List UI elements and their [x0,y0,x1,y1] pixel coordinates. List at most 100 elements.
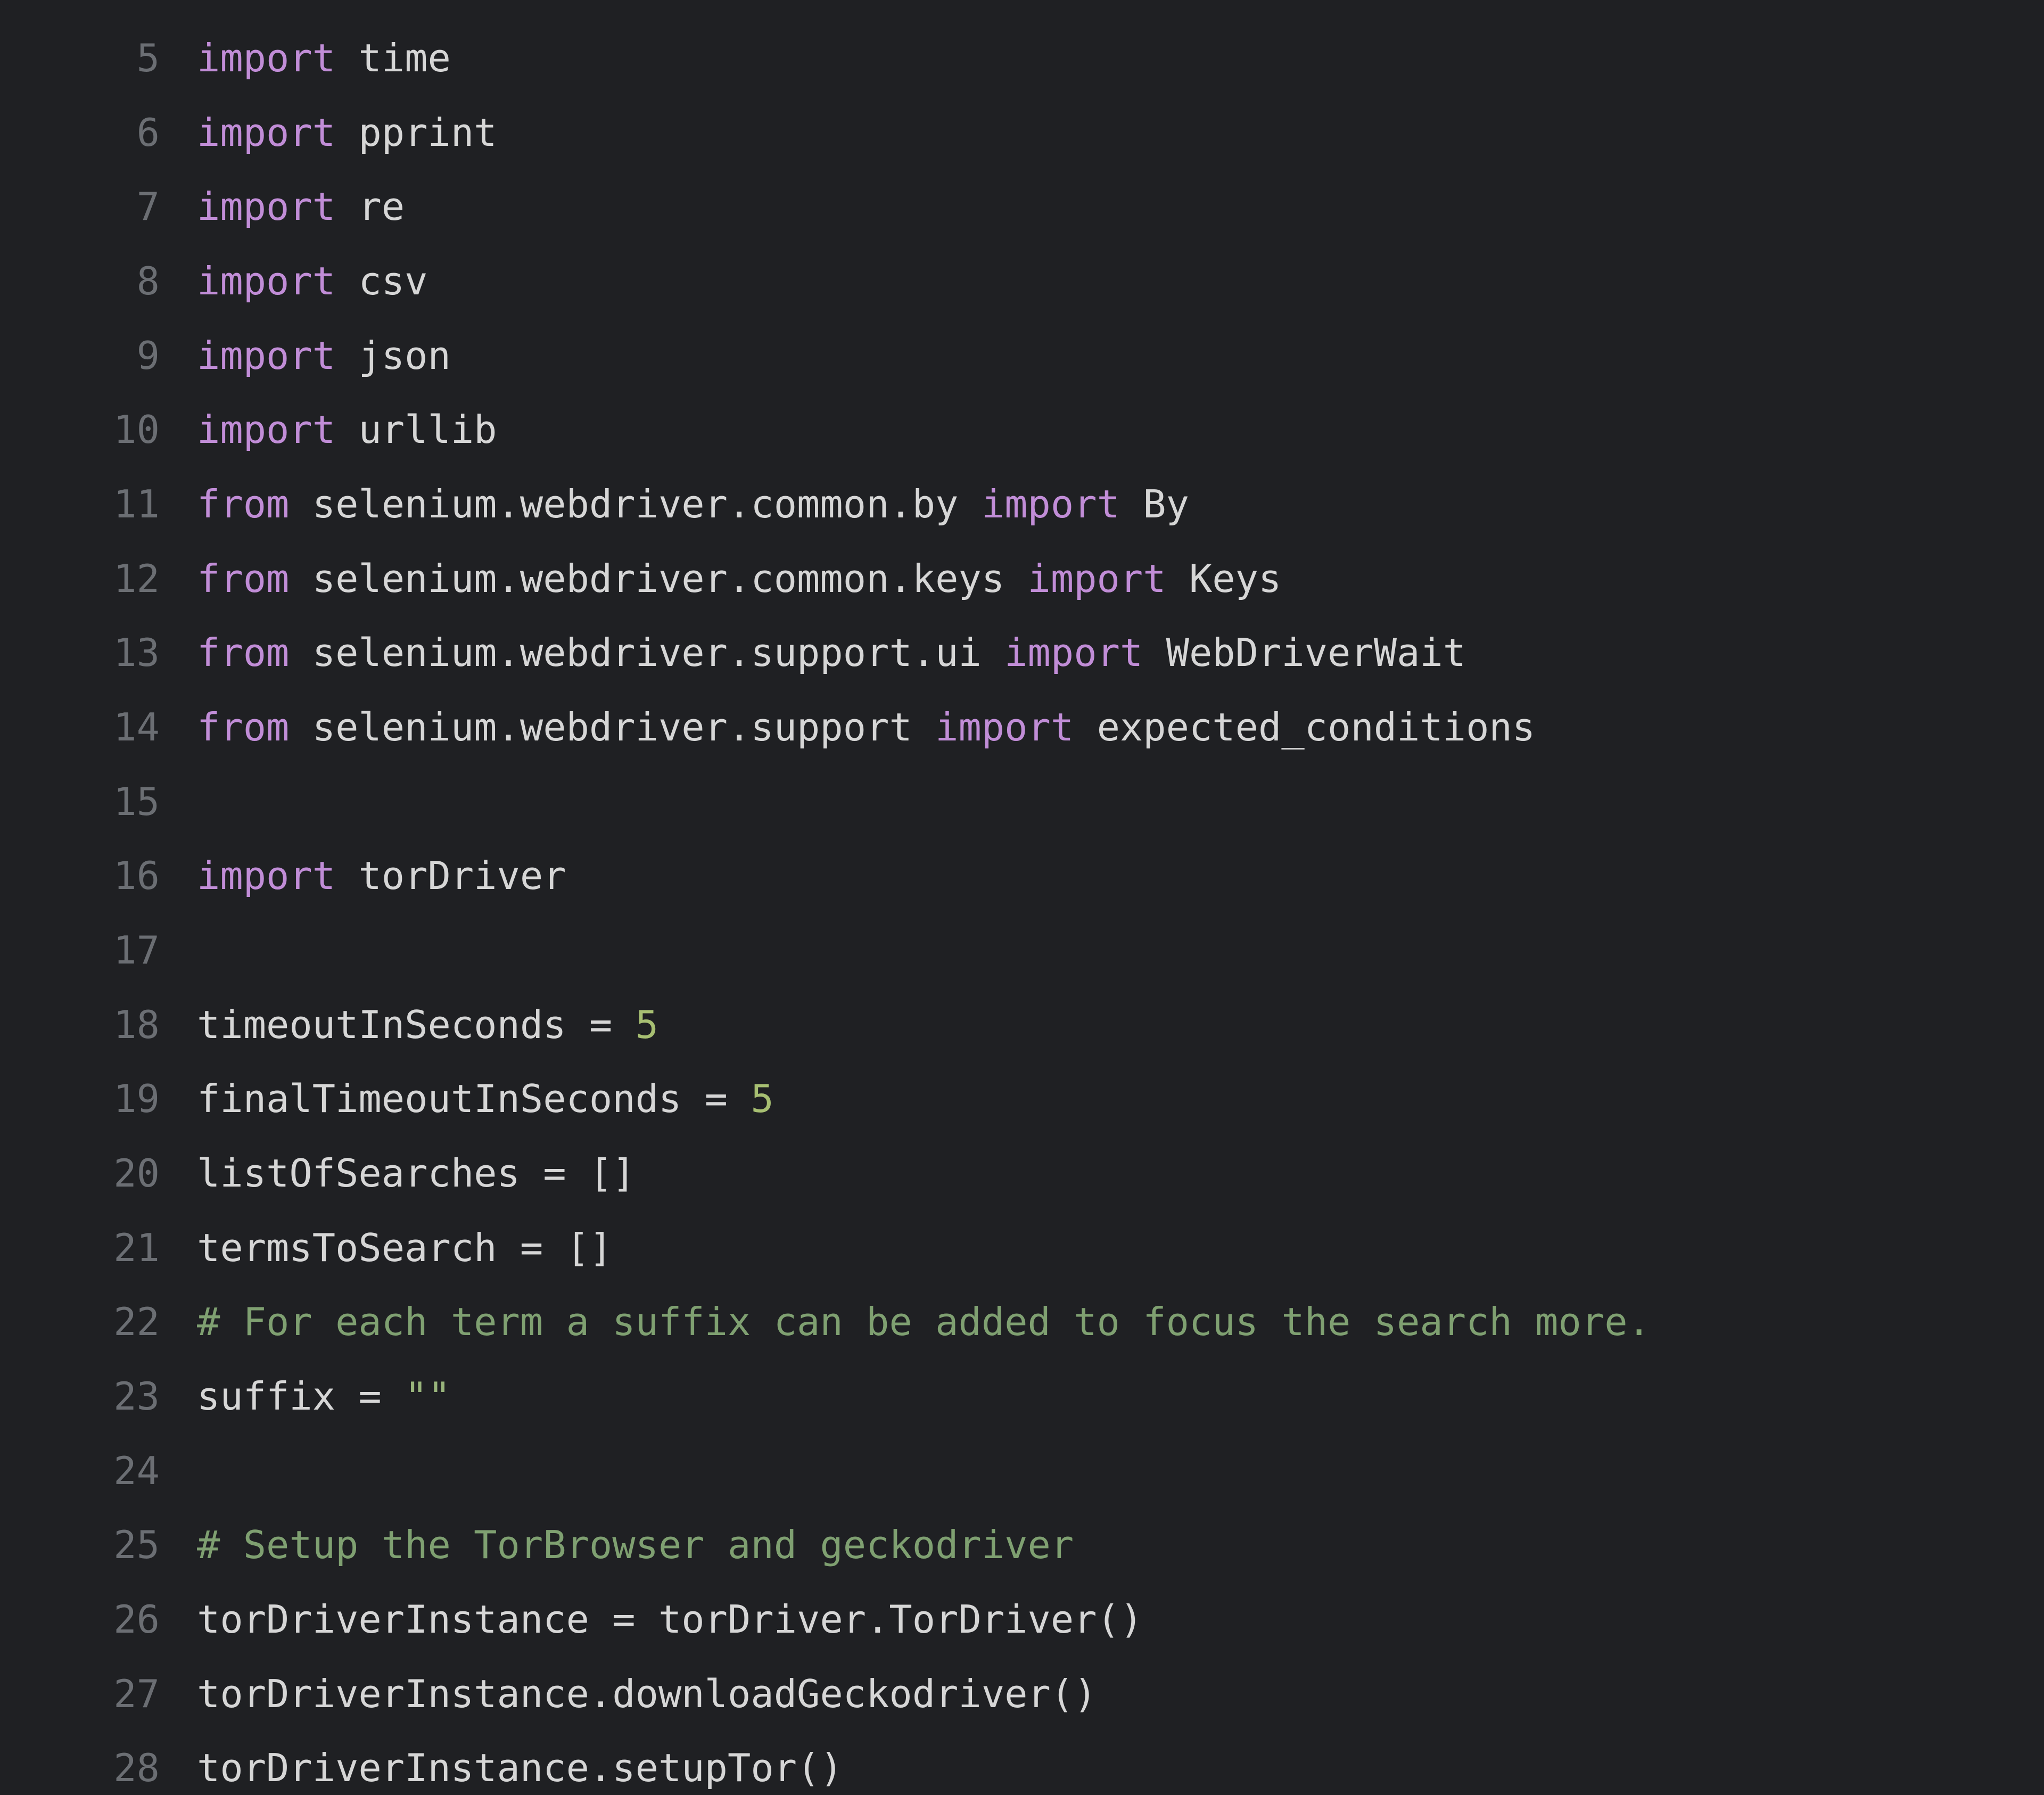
line-number: 9 [0,319,197,393]
code-token: Keys [1166,556,1282,601]
code-content[interactable]: import re [197,170,405,244]
code-content[interactable]: from selenium.webdriver.support import e… [197,690,1535,765]
code-token: selenium.webdriver.support.ui [289,630,1004,675]
code-content[interactable]: suffix = "" [197,1360,451,1434]
code-line[interactable]: 14from selenium.webdriver.support import… [0,690,2044,765]
code-token: import [935,705,1074,750]
code-content[interactable]: listOfSearches = [] [197,1137,636,1211]
code-line[interactable]: 15 [0,765,2044,839]
code-line[interactable]: 11from selenium.webdriver.common.by impo… [0,467,2044,542]
code-line[interactable]: 27torDriverInstance.downloadGeckodriver(… [0,1657,2044,1732]
code-content[interactable]: timeoutInSeconds = 5 [197,988,658,1063]
code-token: from [197,630,289,675]
code-token: pprint [335,110,497,155]
line-number: 20 [0,1137,197,1211]
code-token: torDriverInstance = torDriver.TorDriver(… [197,1597,1143,1642]
code-line[interactable]: 20listOfSearches = [] [0,1137,2044,1211]
code-token: import [197,184,335,229]
code-token: # For each term a suffix can be added to… [197,1299,1651,1344]
code-editor[interactable]: 5import time6import pprint7import re8imp… [0,0,2044,1795]
code-line[interactable]: 19finalTimeoutInSeconds = 5 [0,1062,2044,1137]
line-number: 28 [0,1731,197,1795]
code-token: termsToSearch = [] [197,1225,612,1270]
code-token: re [335,184,405,229]
code-content[interactable]: # Setup the TorBrowser and geckodriver [197,1508,1074,1583]
code-line[interactable]: 18timeoutInSeconds = 5 [0,988,2044,1063]
code-content[interactable]: from selenium.webdriver.common.keys impo… [197,542,1281,616]
code-line[interactable]: 5import time [0,21,2044,96]
code-token: suffix = [197,1374,405,1419]
code-token: selenium.webdriver.common.by [289,482,981,526]
code-token: import [197,259,335,303]
line-number: 25 [0,1508,197,1583]
code-token: finalTimeoutInSeconds = [197,1076,751,1121]
code-token: urllib [335,407,497,452]
line-number: 22 [0,1285,197,1360]
code-content[interactable]: import pprint [197,96,497,170]
code-token: listOfSearches = [] [197,1151,636,1196]
line-number: 7 [0,170,197,244]
code-content[interactable] [197,1434,220,1509]
line-number: 12 [0,542,197,616]
code-content[interactable]: from selenium.webdriver.support.ui impor… [197,616,1466,690]
code-content[interactable]: import time [197,21,451,96]
code-line[interactable]: 22# For each term a suffix can be added … [0,1285,2044,1360]
code-token: from [197,705,289,750]
code-line[interactable]: 12from selenium.webdriver.common.keys im… [0,542,2044,616]
code-token: json [335,333,451,378]
line-number: 18 [0,988,197,1063]
code-line[interactable]: 23suffix = "" [0,1360,2044,1434]
code-content[interactable] [197,765,220,839]
code-content[interactable]: import torDriver [197,839,566,913]
line-number: 6 [0,96,197,170]
code-line[interactable]: 24 [0,1434,2044,1509]
line-number: 14 [0,690,197,765]
code-content[interactable]: import json [197,319,451,393]
code-token: import [1028,556,1166,601]
code-token: timeoutInSeconds = [197,1002,636,1047]
line-number: 27 [0,1657,197,1732]
code-line[interactable]: 7import re [0,170,2044,244]
code-token: import [197,333,335,378]
line-number: 15 [0,765,197,839]
line-number: 11 [0,467,197,542]
line-number: 8 [0,244,197,319]
line-number: 17 [0,913,197,988]
code-token: WebDriverWait [1143,630,1466,675]
code-content[interactable]: from selenium.webdriver.common.by import… [197,467,1189,542]
code-content[interactable]: torDriverInstance.downloadGeckodriver() [197,1657,1097,1732]
line-number: 19 [0,1062,197,1137]
line-number: 5 [0,21,197,96]
code-line[interactable]: 8import csv [0,244,2044,319]
code-line[interactable]: 25# Setup the TorBrowser and geckodriver [0,1508,2044,1583]
line-number: 16 [0,839,197,913]
code-token: 5 [751,1076,773,1121]
code-line[interactable]: 10import urllib [0,393,2044,467]
code-token: selenium.webdriver.support [289,705,935,750]
code-token: from [197,556,289,601]
code-token: from [197,482,289,526]
code-content[interactable]: # For each term a suffix can be added to… [197,1285,1651,1360]
code-content[interactable]: finalTimeoutInSeconds = 5 [197,1062,774,1137]
code-line[interactable]: 28torDriverInstance.setupTor() [0,1731,2044,1795]
code-line[interactable]: 17 [0,913,2044,988]
code-line[interactable]: 6import pprint [0,96,2044,170]
code-content[interactable] [197,913,220,988]
code-token: torDriverInstance.downloadGeckodriver() [197,1672,1097,1716]
code-content[interactable]: torDriverInstance = torDriver.TorDriver(… [197,1583,1143,1657]
code-token: import [982,482,1120,526]
code-line[interactable]: 26torDriverInstance = torDriver.TorDrive… [0,1583,2044,1657]
line-number: 24 [0,1434,197,1509]
code-content[interactable]: torDriverInstance.setupTor() [197,1731,843,1795]
code-content[interactable]: import csv [197,244,427,319]
code-token: 5 [636,1002,658,1047]
line-number: 21 [0,1211,197,1286]
code-line[interactable]: 9import json [0,319,2044,393]
code-line[interactable]: 16import torDriver [0,839,2044,913]
code-content[interactable]: import urllib [197,393,497,467]
code-line[interactable]: 21termsToSearch = [] [0,1211,2044,1286]
code-line[interactable]: 13from selenium.webdriver.support.ui imp… [0,616,2044,690]
code-token: selenium.webdriver.common.keys [289,556,1027,601]
code-token: import [197,110,335,155]
code-content[interactable]: termsToSearch = [] [197,1211,612,1286]
